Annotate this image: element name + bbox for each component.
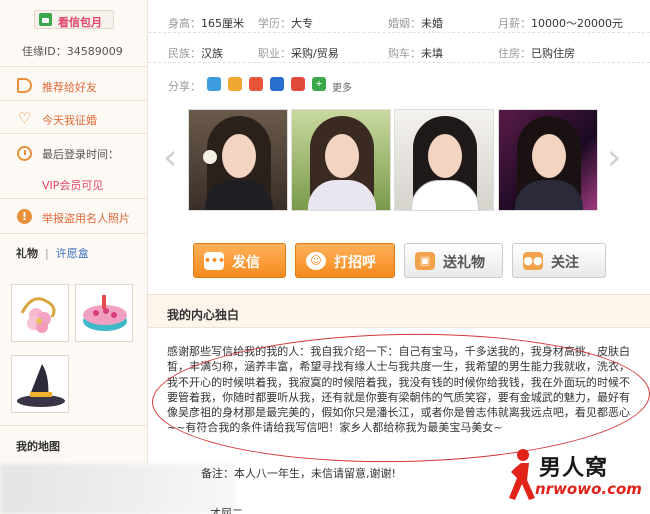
education-label: 学历： xyxy=(258,17,291,30)
cake-gift[interactable] xyxy=(75,284,133,342)
marriage-seek-link[interactable]: ♡ 今天我征婚 xyxy=(0,105,148,131)
send-gift-label: 送礼物 xyxy=(443,255,485,271)
speech-bubble-icon: ••• xyxy=(204,252,225,270)
main-content: 身高： 165厘米 学历： 大专 婚姻： 未婚 月薪： 10000～20000元… xyxy=(148,0,650,514)
vip-monthly-label: 看信包月 xyxy=(58,16,102,29)
recommend-friend-link[interactable]: 推荐给好友 xyxy=(0,72,148,98)
running-man-logo-icon xyxy=(509,449,535,500)
cake-gift-icon xyxy=(83,295,127,331)
tab-wish-box[interactable]: 许愿盒 xyxy=(56,247,89,260)
watermark-title: 男人窝 xyxy=(539,456,609,481)
site-watermark-logo: 男人窝 nrwowo.com xyxy=(503,446,648,508)
photo-thumbnail[interactable] xyxy=(498,109,598,211)
alert-icon: ! xyxy=(17,209,32,224)
divider xyxy=(0,198,148,199)
share-label: 分享： xyxy=(168,80,201,93)
car-label: 购车： xyxy=(388,47,421,60)
last-login-label: 最后登录时间： xyxy=(42,148,119,161)
send-message-label: 发信 xyxy=(232,255,260,271)
greet-label: 打招呼 xyxy=(334,255,376,271)
divider xyxy=(0,233,148,234)
report-celebrity-photo-link[interactable]: ! 举报盗用名人照片 xyxy=(0,203,148,229)
heart-icon: ♡ xyxy=(17,109,32,127)
lock-icon xyxy=(39,13,52,26)
height-label: 身高： xyxy=(168,17,201,30)
divider xyxy=(0,133,148,134)
flower-gift[interactable] xyxy=(11,284,69,342)
salary-value: 10000～20000元 xyxy=(531,17,623,30)
pengyou-share-icon[interactable] xyxy=(228,77,242,91)
vip-monthly-button[interactable]: 看信包月 xyxy=(34,10,114,29)
occupation-value: 采购/贸易 xyxy=(291,47,339,60)
ethnicity-value: 汉族 xyxy=(201,47,223,60)
smiley-icon: ☺ xyxy=(306,252,326,270)
recommend-friend-label: 推荐给好友 xyxy=(42,81,97,94)
gallery-prev-arrow-icon[interactable]: ‹ xyxy=(163,140,177,176)
follow-label: 关注 xyxy=(551,255,579,271)
send-message-button[interactable]: ••• 发信 xyxy=(193,243,286,278)
clock-icon xyxy=(17,146,32,161)
ethnicity-label: 民族： xyxy=(168,47,201,60)
photo-thumbnail[interactable] xyxy=(291,109,391,211)
housing-value: 已购住房 xyxy=(531,47,575,60)
users-icon: ●● xyxy=(523,252,543,270)
qzone-share-icon[interactable] xyxy=(207,77,221,91)
vip-visible-link[interactable]: VIP会员可见 xyxy=(42,177,103,193)
my-map-heading: 我的地图 xyxy=(16,440,60,453)
tab-gifts[interactable]: 礼物 xyxy=(16,247,38,260)
profile-row-1: 身高： 165厘米 学历： 大专 婚姻： 未婚 月薪： 10000～20000元 xyxy=(148,8,650,33)
watermark-url: nrwowo.com xyxy=(535,480,642,498)
weibo-share-icon[interactable] xyxy=(249,77,263,91)
follow-button[interactable]: ●● 关注 xyxy=(512,243,606,278)
photo-thumbnail[interactable] xyxy=(394,109,494,211)
more-share-icon[interactable]: + xyxy=(312,77,326,91)
gift-icon: ▣ xyxy=(415,252,435,270)
marriage-seek-label: 今天我征婚 xyxy=(42,114,97,127)
share-more-link[interactable]: 更多 xyxy=(332,79,352,94)
witch-hat-gift[interactable] xyxy=(11,355,69,413)
car-value: 未填 xyxy=(421,47,443,60)
divider xyxy=(0,100,148,101)
education-value: 大专 xyxy=(291,17,313,30)
monologue-title: 我的内心独白 xyxy=(167,308,240,322)
tab-separator: | xyxy=(45,247,49,260)
user-id: 佳缘ID：34589009 xyxy=(22,45,123,58)
divider xyxy=(0,66,148,67)
housing-label: 住房： xyxy=(498,47,531,60)
gallery-next-arrow-icon[interactable]: › xyxy=(607,140,621,176)
flower-gift-icon xyxy=(20,297,56,333)
divider xyxy=(0,425,148,426)
marital-label: 婚姻： xyxy=(388,17,421,30)
left-sidebar: 看信包月 佳缘ID：34589009 推荐给好友 ♡ 今天我征婚 最后登录时间：… xyxy=(0,0,148,514)
height-value: 165厘米 xyxy=(201,17,244,30)
gift-tabs: 礼物 | 许愿盒 xyxy=(16,245,89,261)
monologue-remark: 备注：本人八一年生，未信请留意,谢谢! xyxy=(201,467,396,480)
witch-hat-icon xyxy=(17,364,65,407)
marital-value: 未婚 xyxy=(421,17,443,30)
photo-thumbnail[interactable] xyxy=(188,109,288,211)
send-gift-button[interactable]: ▣ 送礼物 xyxy=(404,243,503,278)
report-celebrity-photo-label: 举报盗用名人照片 xyxy=(42,212,130,225)
monologue-header: 我的内心独白 xyxy=(148,294,650,328)
megaphone-icon xyxy=(17,78,32,93)
renren-share-icon[interactable] xyxy=(270,77,284,91)
salary-label: 月薪： xyxy=(498,17,531,30)
occupation-label: 职业： xyxy=(258,47,291,60)
profile-row-2: 民族： 汉族 职业： 采购/贸易 购车： 未填 住房： 已购住房 xyxy=(148,38,650,63)
greet-button[interactable]: ☺ 打招呼 xyxy=(295,243,395,278)
cut-off-text: 才屈二 xyxy=(210,507,243,514)
kaixin-share-icon[interactable] xyxy=(291,77,305,91)
